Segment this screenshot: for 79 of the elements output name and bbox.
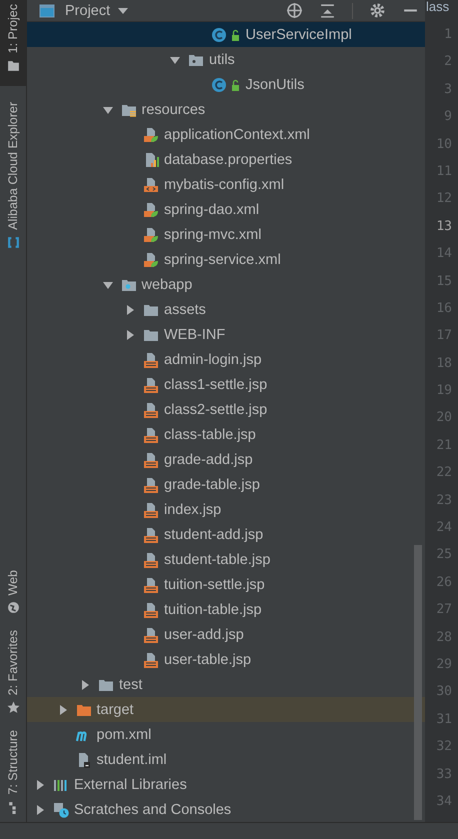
jsp-file-icon: [143, 526, 159, 542]
locate-icon[interactable]: [286, 2, 303, 19]
tree-item[interactable]: spring-mvc.xml: [27, 222, 425, 247]
xml-file-icon: [143, 176, 159, 192]
tree-item[interactable]: grade-table.jsp: [27, 472, 425, 497]
jsp-file-icon: [143, 502, 159, 518]
jsp-file-icon: [143, 402, 159, 418]
expanded-arrow-icon[interactable]: [102, 280, 112, 290]
spring-xml-file-icon: [143, 252, 159, 268]
editor-tab[interactable]: lass: [425, 0, 450, 21]
tree-item[interactable]: webapp: [27, 272, 425, 297]
jsp-file-icon: [143, 476, 159, 492]
scratches-icon: [53, 802, 69, 818]
tree-item[interactable]: External Libraries: [27, 772, 425, 797]
tree-item[interactable]: target: [27, 697, 425, 722]
tree-item[interactable]: tuition-settle.jsp: [27, 572, 425, 597]
collapsed-arrow-icon[interactable]: [35, 804, 45, 814]
tool-window-tab[interactable]: 2: Favorites: [0, 622, 26, 722]
tree-item[interactable]: student-table.jsp: [27, 547, 425, 572]
jsp-file-icon: [143, 576, 159, 592]
tree-item[interactable]: Scratches and Consoles: [27, 797, 425, 822]
spring-xml-file-icon: [143, 202, 159, 218]
tree-item[interactable]: JsonUtils: [27, 72, 425, 97]
tree-item[interactable]: class1-settle.jsp: [27, 372, 425, 397]
tree-item[interactable]: user-add.jsp: [27, 622, 425, 647]
tool-window-tab[interactable]: Alibaba Cloud Explorer: [0, 86, 26, 258]
tree-item[interactable]: class-table.jsp: [27, 422, 425, 447]
collapsed-arrow-icon[interactable]: [125, 330, 135, 340]
tree-item[interactable]: resources: [27, 97, 425, 122]
jsp-file-icon: [143, 352, 159, 368]
collapsed-arrow-icon[interactable]: [35, 780, 45, 790]
jsp-file-icon: [143, 626, 159, 642]
spring-xml-file-icon: [143, 126, 159, 142]
window-icon: [39, 2, 55, 18]
tree-item[interactable]: student-add.jsp: [27, 522, 425, 547]
view-dropdown[interactable]: Project: [61, 2, 128, 18]
tree-item[interactable]: database.properties: [27, 147, 425, 172]
tree-item[interactable]: grade-add.jsp: [27, 447, 425, 472]
tree-item[interactable]: UserServiceImpl: [27, 22, 425, 47]
tree-item[interactable]: assets: [27, 297, 425, 322]
settings-icon[interactable]: [369, 2, 386, 19]
collapsed-arrow-icon[interactable]: [58, 704, 68, 714]
folder-icon: [6, 59, 20, 72]
jsp-file-icon: [143, 552, 159, 568]
tree-item[interactable]: admin-login.jsp: [27, 347, 425, 372]
collapsed-arrow-icon[interactable]: [125, 304, 135, 314]
spring-xml-file-icon: [143, 226, 159, 242]
scrollbar[interactable]: [414, 545, 422, 820]
tree-item[interactable]: spring-dao.xml: [27, 197, 425, 222]
tree-item[interactable]: user-table.jsp: [27, 647, 425, 672]
tree-item[interactable]: pom.xml: [27, 722, 425, 747]
class-icon: [210, 26, 240, 42]
tool-window-tab[interactable]: 1: Projec: [0, 0, 26, 86]
expanded-arrow-icon[interactable]: [170, 54, 180, 64]
jsp-file-icon: [143, 452, 159, 468]
tree-item[interactable]: tuition-table.jsp: [27, 597, 425, 622]
tool-window-tab[interactable]: 7: Structure: [0, 722, 26, 822]
tree-item[interactable]: spring-service.xml: [27, 247, 425, 272]
jsp-file-icon: [143, 426, 159, 442]
caret-icon: [118, 8, 128, 14]
collapsed-arrow-icon[interactable]: [80, 680, 90, 690]
jsp-file-icon: [143, 602, 159, 618]
star-icon: [6, 701, 20, 714]
properties-file-icon: [143, 152, 159, 168]
tree-item[interactable]: class2-settle.jsp: [27, 397, 425, 422]
tree-item[interactable]: test: [27, 672, 425, 697]
tree-item[interactable]: mybatis-config.xml: [27, 172, 425, 197]
jsp-file-icon: [143, 376, 159, 392]
tree-item[interactable]: student.iml: [27, 747, 425, 772]
collapse-all-icon[interactable]: [319, 2, 336, 19]
tree-item[interactable]: utils: [27, 47, 425, 72]
tree-item[interactable]: index.jsp: [27, 497, 425, 522]
tree-item[interactable]: WEB-INF: [27, 322, 425, 347]
jsp-file-icon: [143, 652, 159, 668]
line-number: 13: [436, 218, 452, 236]
expanded-arrow-icon[interactable]: [102, 104, 112, 114]
tool-window-tab[interactable]: Web: [0, 562, 26, 622]
tree-item[interactable]: applicationContext.xml: [27, 122, 425, 147]
class-icon: [210, 76, 240, 92]
